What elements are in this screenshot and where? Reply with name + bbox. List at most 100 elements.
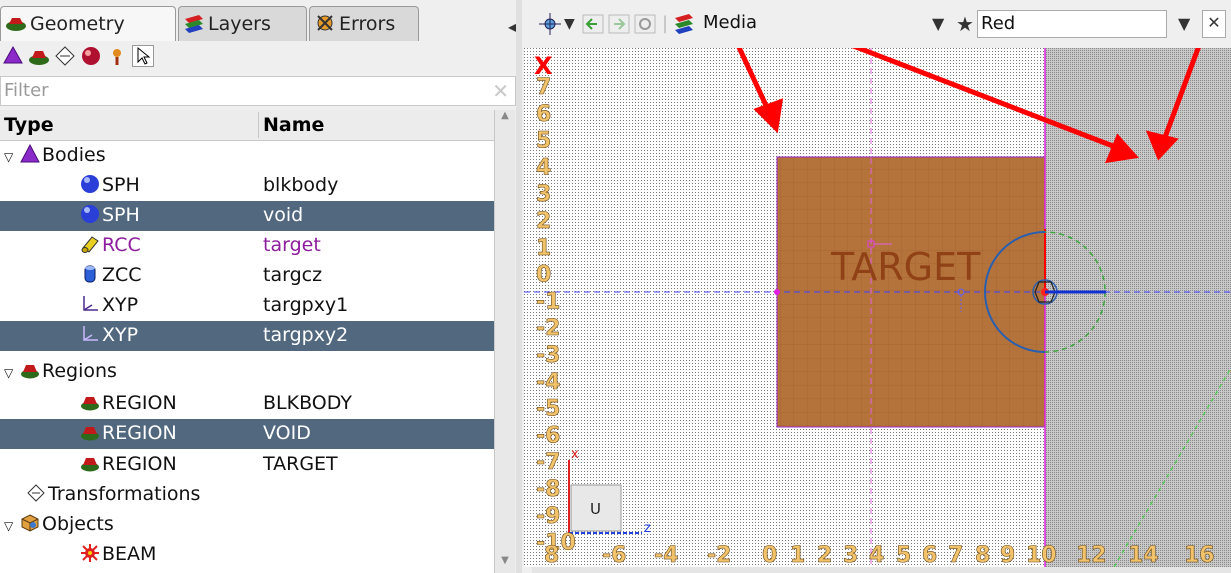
- tree-row[interactable]: XYP targpxy1: [0, 291, 494, 321]
- left-axis-tick: -3: [536, 343, 560, 368]
- tree-row[interactable]: ZCC targcz: [0, 261, 494, 291]
- color-combo-dropdown-icon[interactable]: ▼: [1178, 12, 1190, 36]
- tree-row[interactable]: BEAM: [0, 540, 494, 570]
- tree-row[interactable]: SPH blkbody: [0, 171, 494, 201]
- canvas-svg: TARGET U x z X 76543210-1-2-3-4-5-6-7-8-…: [524, 48, 1231, 567]
- tree-row-selected[interactable]: REGION VOID: [0, 419, 494, 449]
- body-icon[interactable]: [2, 45, 24, 67]
- media-icon[interactable]: [672, 12, 702, 36]
- region-icon[interactable]: [28, 45, 50, 67]
- tree-row-type: Transformations: [48, 483, 201, 505]
- sphere-icon: [80, 174, 100, 194]
- left-axis-tick: 1: [536, 236, 551, 261]
- expand-icon[interactable]: ▽: [4, 519, 20, 533]
- left-axis-tick: -1: [536, 289, 560, 314]
- left-axis-tick: 7: [536, 75, 551, 100]
- close-icon[interactable]: ✕: [1202, 10, 1226, 38]
- tree-row-type: Bodies: [42, 144, 106, 166]
- tab-errors[interactable]: Errors: [309, 6, 419, 41]
- sphere-icon: [80, 204, 100, 224]
- color-combo-value: Red: [981, 13, 1016, 34]
- tab-layers[interactable]: Layers: [178, 6, 307, 41]
- tree-row[interactable]: REGION BLKBODY: [0, 389, 494, 419]
- left-axis-tick: -2: [536, 316, 560, 341]
- tree-row-selected[interactable]: XYP targpxy2: [0, 321, 494, 351]
- expand-icon[interactable]: ▽: [4, 366, 20, 380]
- geometry-canvas[interactable]: TARGET U x z X 7 6 5 4 3 2 1 0 -1 -2 -3 …: [524, 48, 1231, 567]
- tree-row-objects[interactable]: ▽ Objects: [0, 510, 494, 540]
- tree-row-type: REGION: [102, 392, 177, 414]
- geometry-toolbar: [0, 43, 522, 71]
- infinite-cylinder-icon: [80, 264, 100, 284]
- tree-header: Type Name: [0, 110, 494, 141]
- move-icon[interactable]: [538, 12, 562, 36]
- column-header-name[interactable]: Name: [258, 112, 324, 138]
- layer-combo[interactable]: Media: [700, 10, 900, 38]
- tree-row-bodies[interactable]: ▽ Bodies: [0, 141, 494, 171]
- tree-row-type: REGION: [102, 453, 177, 475]
- viewport-status-strip: [532, 567, 1231, 573]
- tab-layers-label: Layers: [208, 13, 271, 35]
- bottom-axis-tick: 16: [1184, 543, 1215, 567]
- scroll-up-icon[interactable]: ▲: [495, 110, 515, 128]
- geometry-viewport: ▼ | Media ▼ ★ Red ▼ ✕ TARGET U x z X 7 6…: [522, 0, 1231, 573]
- dropdown-icon[interactable]: ▼: [564, 12, 575, 36]
- left-axis-tick: 4: [536, 155, 551, 180]
- x-axis-label: x: [571, 447, 579, 462]
- select-arrow-icon[interactable]: [132, 45, 154, 67]
- refresh-icon[interactable]: [634, 12, 656, 36]
- tree-row[interactable]: REGION TARGET: [0, 450, 494, 480]
- plane-icon: [80, 324, 100, 344]
- tree-scrollbar[interactable]: ▲ ▼: [494, 110, 515, 573]
- layer-combo-dropdown-icon[interactable]: ▼: [932, 12, 944, 36]
- left-axis-tick: -4: [536, 370, 560, 395]
- star-icon[interactable]: ★: [956, 12, 974, 36]
- tree-row-type: Regions: [42, 360, 117, 382]
- tab-geometry[interactable]: Geometry: [0, 6, 176, 41]
- tab-errors-label: Errors: [339, 13, 396, 35]
- target-label: TARGET: [830, 245, 981, 289]
- filter-input[interactable]: Filter ✕: [0, 76, 516, 106]
- geometry-icon: [5, 10, 27, 31]
- tree-row-regions[interactable]: ▽ Regions: [0, 357, 494, 387]
- material-icon[interactable]: [80, 45, 102, 67]
- left-axis-tick: 5: [536, 129, 551, 154]
- bottom-axis-tick: 2: [817, 543, 832, 567]
- expand-icon[interactable]: ▽: [4, 150, 20, 164]
- tree-row-transformations[interactable]: Transformations: [0, 480, 494, 510]
- tree-row[interactable]: RCC target: [0, 231, 494, 261]
- cylinder-icon: [80, 234, 100, 254]
- tree-row-type: ZCC: [102, 264, 142, 286]
- column-header-type[interactable]: Type: [4, 114, 54, 136]
- filter-placeholder: Filter: [4, 80, 49, 101]
- regions-icon: [20, 360, 40, 380]
- tab-geometry-label: Geometry: [30, 13, 125, 35]
- tree-row-type: REGION: [102, 422, 177, 444]
- transformation-icon[interactable]: [54, 45, 76, 67]
- plane-icon: [80, 294, 100, 314]
- tree-row-name: targcz: [263, 264, 323, 286]
- scroll-down-icon[interactable]: ▼: [495, 555, 515, 573]
- left-axis-tick: -7: [536, 450, 560, 475]
- blackbody-region: [1045, 48, 1231, 567]
- tree-row-type: BEAM: [102, 543, 157, 565]
- left-axis-tick: -5: [536, 397, 560, 422]
- bottom-axis-tick: 5: [896, 543, 911, 567]
- tree-row-type: RCC: [102, 234, 141, 256]
- tree-row-selected[interactable]: SPH void: [0, 201, 494, 231]
- orientation-up-label: U: [590, 500, 601, 518]
- back-icon[interactable]: [582, 12, 604, 36]
- color-combo[interactable]: Red: [977, 10, 1167, 38]
- viewport-toolbar: ▼ | Media ▼ ★ Red ▼ ✕: [522, 0, 1231, 48]
- bottom-axis-tick: 1: [790, 543, 805, 567]
- object-icon[interactable]: [106, 45, 128, 67]
- forward-icon[interactable]: [608, 12, 630, 36]
- clear-filter-icon[interactable]: ✕: [492, 77, 509, 105]
- tree-row-name: targpxy2: [263, 324, 349, 346]
- bottom-axis-tick: 9: [1000, 543, 1015, 567]
- objects-icon: [20, 513, 40, 533]
- panel-tabs: Geometry Layers Errors ◀: [0, 6, 522, 42]
- tree-row-name: TARGET: [263, 453, 338, 475]
- left-axis-tick: 6: [536, 102, 551, 127]
- bottom-axis-tick: 12: [1076, 543, 1107, 567]
